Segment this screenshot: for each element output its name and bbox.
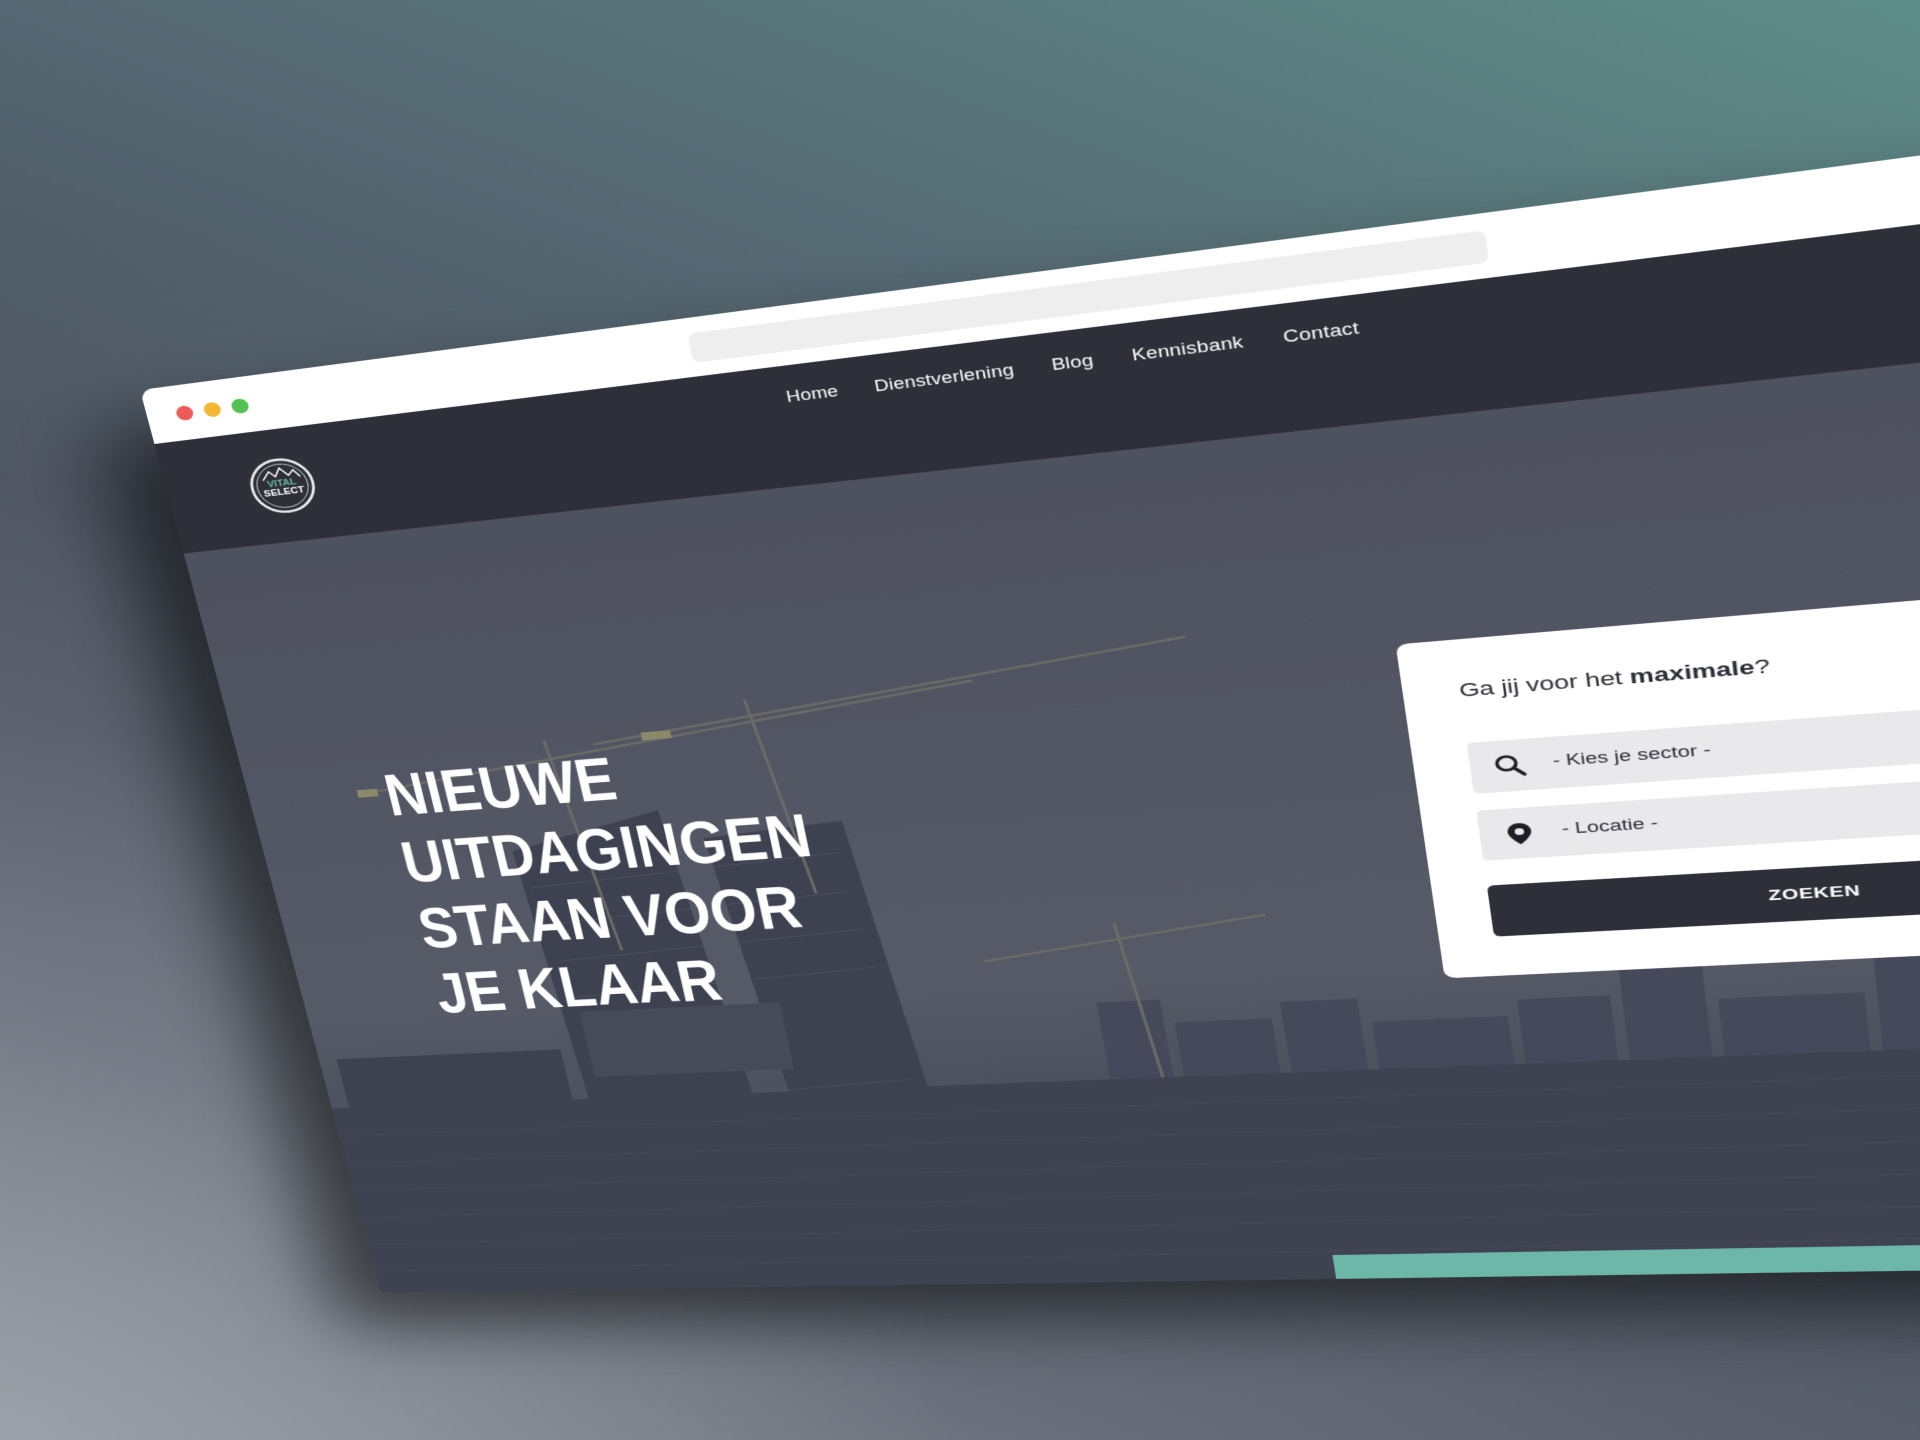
location-placeholder: - Locatie - <box>1560 814 1659 838</box>
maximize-window-button[interactable] <box>229 397 251 415</box>
question-prefix: Ga jij voor het <box>1457 665 1632 702</box>
browser-window: VITAL SELECT Home Dienstverlening Blog K… <box>140 113 1920 1293</box>
close-window-button[interactable] <box>174 404 195 422</box>
nav-item-home[interactable]: Home <box>785 382 840 406</box>
nav-item-contact[interactable]: Contact <box>1282 319 1361 347</box>
nav-item-dienstverlening[interactable]: Dienstverlening <box>873 361 1016 396</box>
location-pin-icon <box>1506 822 1533 845</box>
nav-item-blog[interactable]: Blog <box>1050 351 1095 375</box>
question-emphasis: maximale <box>1628 655 1756 688</box>
site-logo[interactable]: VITAL SELECT <box>244 454 322 517</box>
nav-item-kennisbank[interactable]: Kennisbank <box>1130 333 1244 365</box>
sector-placeholder: - Kies je sector - <box>1551 741 1712 770</box>
minimize-window-button[interactable] <box>202 401 223 418</box>
search-question: Ga jij voor het maximale? <box>1458 655 1771 702</box>
search-button-label: ZOEKEN <box>1767 882 1862 904</box>
mockup-background: VITAL SELECT Home Dienstverlening Blog K… <box>0 0 1920 1440</box>
search-icon <box>1492 753 1528 779</box>
logo-mark-icon: VITAL SELECT <box>248 458 318 514</box>
question-suffix: ? <box>1753 654 1771 679</box>
hero-title: Nieuwe uitdagingen staan voor je klaar <box>377 744 817 1026</box>
